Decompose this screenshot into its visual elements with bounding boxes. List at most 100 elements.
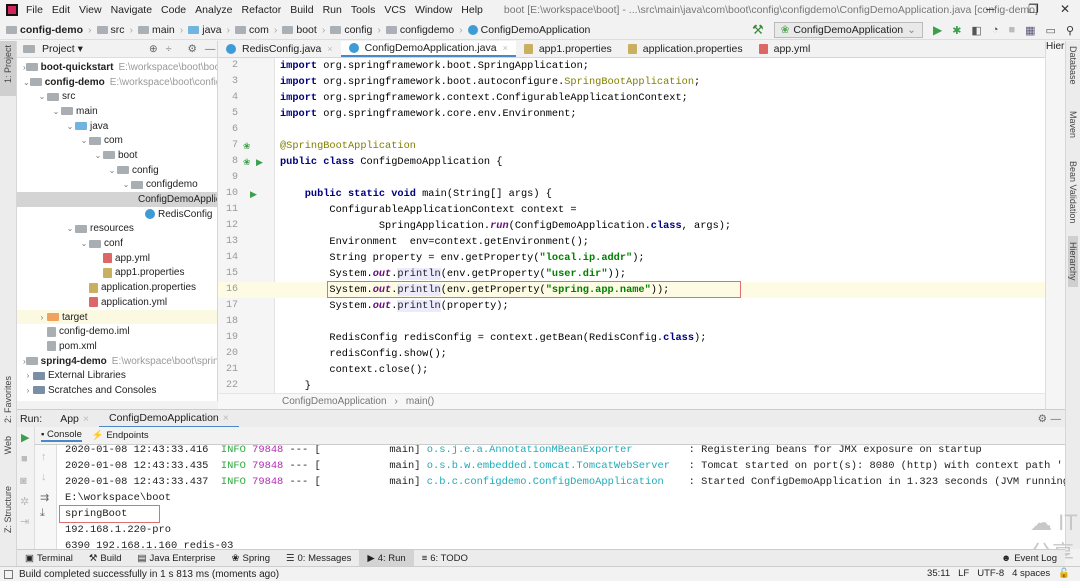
line-separator[interactable]: LF <box>958 568 969 579</box>
menu-file[interactable]: File <box>26 4 43 16</box>
minimize-button[interactable]: ─ <box>986 2 995 16</box>
breadcrumb-method[interactable]: main() <box>406 396 434 407</box>
expanded-arrow-icon[interactable]: ⌄ <box>37 92 47 101</box>
rerun-icon[interactable]: ▶ <box>21 431 29 444</box>
tree-item[interactable]: app.yml <box>17 251 217 266</box>
toggle-tool-windows-icon[interactable] <box>4 569 13 579</box>
profile-icon[interactable]: ◔ <box>992 24 999 36</box>
tree-item[interactable]: application.properties <box>17 280 217 295</box>
indent-setting[interactable]: 4 spaces <box>1012 568 1050 579</box>
collapsed-arrow-icon[interactable]: › <box>23 386 33 395</box>
event-log-button[interactable]: ☻ Event Log <box>993 550 1065 567</box>
run-tab-app[interactable]: App × <box>50 410 99 428</box>
tool-button-hierarchy[interactable]: Hierarchy <box>1068 236 1078 287</box>
tab-endpoints[interactable]: ⚡ Endpoints <box>92 430 149 441</box>
breadcrumb-item[interactable]: com › <box>235 24 282 36</box>
build-hammer-icon[interactable]: ⚒ <box>752 22 764 38</box>
project-structure-icon[interactable]: ▦ <box>1025 24 1035 37</box>
structure-tool-button[interactable]: Z: Structure <box>3 486 13 533</box>
tool-button-bean-validation[interactable]: Bean Validation <box>1068 161 1078 223</box>
run-gutter-icon[interactable]: ▶ <box>250 189 257 200</box>
expanded-arrow-icon[interactable]: ⌄ <box>23 78 30 87</box>
exit-icon[interactable]: ⇥ <box>20 515 29 528</box>
tree-item[interactable]: ⌄ com <box>17 133 217 148</box>
run-gutter-icon[interactable]: ▶ <box>256 157 263 168</box>
breadcrumb-item[interactable]: config › <box>330 24 386 36</box>
run-tab-configdemoapplication[interactable]: ConfigDemoApplication × <box>99 410 239 428</box>
collapsed-arrow-icon[interactable]: › <box>37 313 47 322</box>
console-output[interactable]: 2020-01-08 12:43:33.416 INFO 79848 --- [… <box>57 445 1065 549</box>
tree-item[interactable]: app1.properties <box>17 266 217 281</box>
breadcrumb-item[interactable]: configdemo › <box>385 24 468 36</box>
menu-window[interactable]: Window <box>415 4 452 16</box>
debug-icon[interactable]: ✱ <box>952 24 961 37</box>
web-tool-button[interactable]: Web <box>3 436 13 454</box>
menu-code[interactable]: Code <box>161 4 186 16</box>
menu-tools[interactable]: Tools <box>351 4 376 16</box>
gear-icon[interactable]: ⚙ <box>1038 413 1047 425</box>
code-editor[interactable]: import org.springframework.boot.SpringAp… <box>275 58 1045 394</box>
soft-wrap-icon[interactable]: ⇉ <box>40 491 49 504</box>
collapse-icon[interactable]: ÷ <box>166 43 172 55</box>
tool-tab-build[interactable]: ⚒ Build <box>81 550 130 567</box>
expanded-arrow-icon[interactable]: ⌄ <box>79 239 89 248</box>
tab-configdemoapplication-java[interactable]: ConfigDemoApplication.java × <box>340 41 516 57</box>
tab-application-properties[interactable]: application.properties <box>620 41 751 57</box>
collapsed-arrow-icon[interactable]: › <box>23 371 33 380</box>
tool-tab-0-messages[interactable]: ☰ 0: Messages <box>278 550 359 567</box>
favorites-tool-button[interactable]: 2: Favorites <box>3 376 13 423</box>
expanded-arrow-icon[interactable]: ⌄ <box>65 224 75 233</box>
menu-view[interactable]: View <box>79 4 102 16</box>
hide-icon[interactable]: — <box>205 43 216 55</box>
tool-tab-java-enterprise[interactable]: ▤ Java Enterprise <box>130 550 224 567</box>
breadcrumb-item[interactable]: src › <box>96 24 139 36</box>
stop-icon[interactable]: ■ <box>1008 24 1015 36</box>
menu-navigate[interactable]: Navigate <box>111 4 152 16</box>
run-icon[interactable]: ▶ <box>933 23 942 37</box>
menu-edit[interactable]: Edit <box>52 4 70 16</box>
tree-item[interactable]: ⌄ config-demo E:\workspace\boot\config-d <box>17 75 217 90</box>
expanded-arrow-icon[interactable]: ⌄ <box>121 180 131 189</box>
locate-icon[interactable]: ⊕ <box>149 43 158 55</box>
up-arrow-icon[interactable]: ↑ <box>41 451 47 463</box>
expanded-arrow-icon[interactable]: ⌄ <box>51 107 61 116</box>
lock-icon[interactable]: 🔓 <box>1058 568 1070 579</box>
menu-run[interactable]: Run <box>323 4 342 16</box>
breadcrumb-item[interactable]: boot › <box>282 24 330 36</box>
tree-item[interactable]: › Scratches and Consoles <box>17 383 217 398</box>
tool-button-maven[interactable]: Maven <box>1068 111 1078 138</box>
terminal-icon[interactable]: ▭ <box>1046 24 1056 37</box>
tree-item[interactable]: ⌄ main <box>17 104 217 119</box>
tab-console[interactable]: ▪ Console <box>41 429 82 442</box>
gear-icon[interactable]: ⚙ <box>187 43 196 55</box>
breadcrumb-class[interactable]: ConfigDemoApplication <box>282 396 387 407</box>
tool-tab-6-todo[interactable]: ≡ 6: TODO <box>414 550 476 567</box>
search-icon[interactable]: ⚲ <box>1066 24 1074 37</box>
project-view-select[interactable]: Project ▾ <box>42 43 83 55</box>
tree-item[interactable]: › target <box>17 309 217 325</box>
tool-tab-terminal[interactable]: ▣ Terminal <box>17 550 81 567</box>
tree-item[interactable]: application.yml <box>17 295 217 310</box>
project-tool-button[interactable]: 1: Project <box>3 45 13 83</box>
menu-help[interactable]: Help <box>461 4 483 16</box>
tree-item[interactable]: ⌄ java <box>17 119 217 134</box>
tab-redisconfig-java[interactable]: RedisConfig.java × <box>218 41 341 57</box>
menu-analyze[interactable]: Analyze <box>195 4 232 16</box>
spring-bean-icon[interactable]: ❀ <box>243 157 251 168</box>
tab-app-yml[interactable]: app.yml <box>751 41 819 57</box>
tree-item[interactable]: ⌄ boot <box>17 148 217 163</box>
menu-vcs[interactable]: VCS <box>384 4 406 16</box>
tool-tab-4-run[interactable]: ▶ 4: Run <box>359 549 414 567</box>
tree-item[interactable]: ⌄ src <box>17 89 217 104</box>
tree-item[interactable]: › boot-quickstart E:\workspace\boot\boot- <box>17 60 217 75</box>
scroll-to-end-icon[interactable]: ⤓ <box>40 507 45 520</box>
tool-tab-spring[interactable]: ❀ Spring <box>224 550 278 567</box>
camera-icon[interactable]: ◙ <box>20 475 27 487</box>
run-configuration-select[interactable]: ❀ ConfigDemoApplication ⌄ <box>773 22 923 38</box>
breadcrumb-item[interactable]: main › <box>138 24 188 36</box>
breadcrumb-item[interactable]: config-demo › <box>6 24 97 36</box>
file-encoding[interactable]: UTF-8 <box>977 568 1004 579</box>
expanded-arrow-icon[interactable]: ⌄ <box>65 122 75 131</box>
expanded-arrow-icon[interactable]: ⌄ <box>79 136 89 145</box>
close-button[interactable]: ✕ <box>1060 2 1070 16</box>
